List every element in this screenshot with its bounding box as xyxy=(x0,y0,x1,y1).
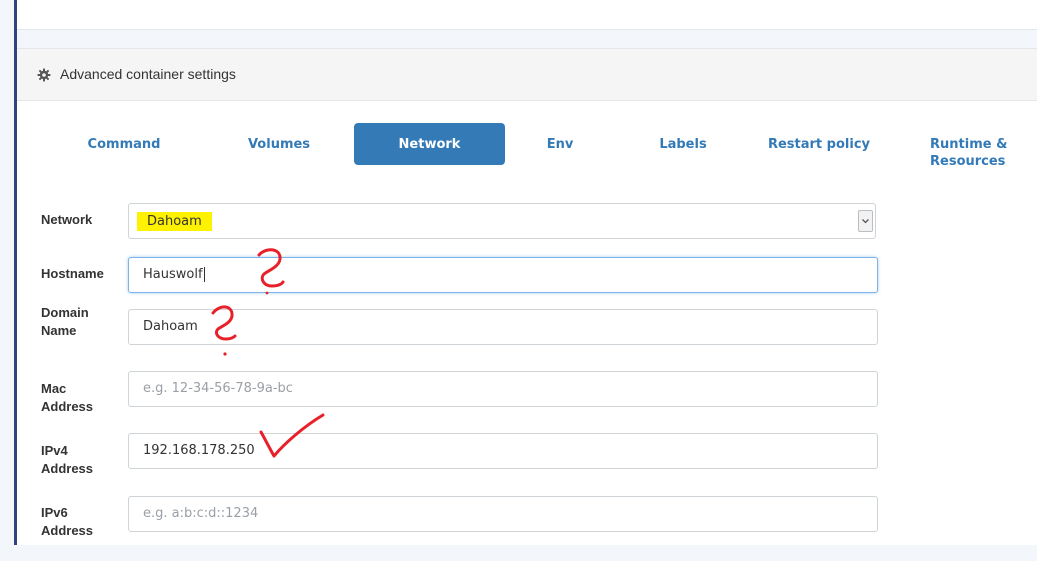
annotation-dot-1 xyxy=(265,291,269,295)
question-mark-annotation-hostname xyxy=(257,248,285,288)
question-mark-annotation-domain xyxy=(211,305,237,341)
annotation-dot-2 xyxy=(223,352,227,356)
checkmark-annotation xyxy=(259,413,325,458)
red-annotations xyxy=(211,248,325,458)
